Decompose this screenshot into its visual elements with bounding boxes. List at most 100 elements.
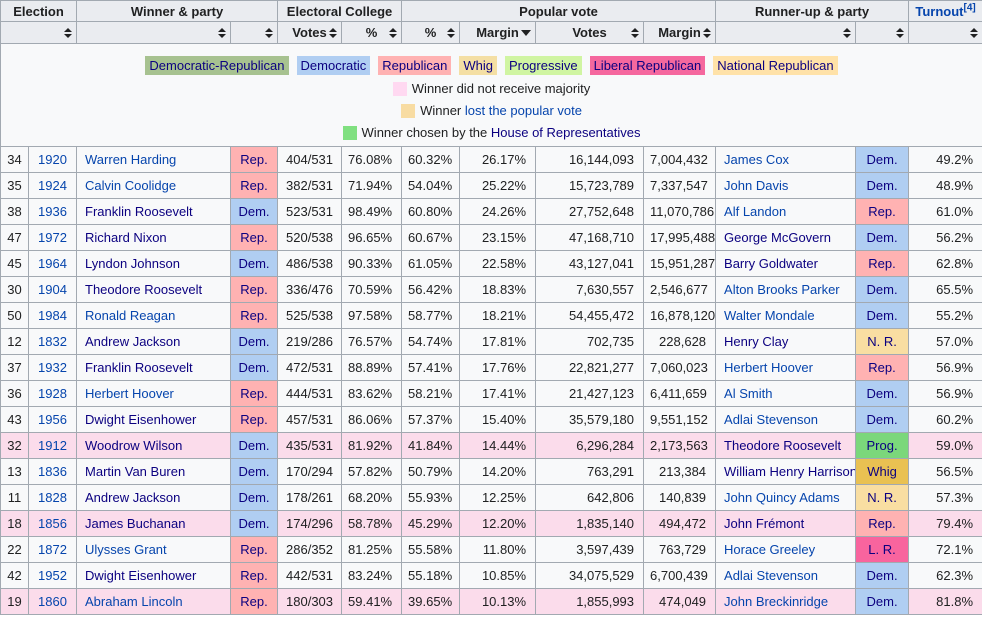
- year-link[interactable]: 1924: [38, 178, 67, 193]
- runner-party-link[interactable]: Dem.: [867, 178, 898, 193]
- sort-electoral-pct[interactable]: %: [341, 21, 403, 44]
- year-link[interactable]: 1964: [38, 256, 67, 271]
- runner-party-link[interactable]: Dem.: [867, 594, 898, 609]
- party-link[interactable]: Progressive: [509, 58, 578, 73]
- runner-party-link[interactable]: Dem.: [867, 568, 898, 583]
- year-link[interactable]: 1928: [38, 386, 67, 401]
- winner-link[interactable]: Abraham Lincoln: [85, 594, 183, 609]
- winner-party-link[interactable]: Rep.: [240, 282, 267, 297]
- turnout-link[interactable]: Turnout: [915, 4, 963, 19]
- winner-link[interactable]: James Buchanan: [85, 516, 185, 531]
- year-link[interactable]: 1956: [38, 412, 67, 427]
- sort-runner-party[interactable]: [855, 21, 910, 44]
- runner-up-link[interactable]: Theodore Roosevelt: [724, 438, 841, 453]
- winner-link[interactable]: Martin Van Buren: [85, 464, 185, 479]
- runner-up-link[interactable]: Adlai Stevenson: [724, 568, 818, 583]
- winner-party-link[interactable]: Rep.: [240, 178, 267, 193]
- runner-up-link[interactable]: Alton Brooks Parker: [724, 282, 840, 297]
- runner-up-link[interactable]: John Quincy Adams: [724, 490, 840, 505]
- year-link[interactable]: 1952: [38, 568, 67, 583]
- winner-party-link[interactable]: Rep.: [240, 230, 267, 245]
- lost-popular-vote-link[interactable]: lost the popular vote: [465, 103, 582, 118]
- runner-party-link[interactable]: Rep.: [868, 516, 895, 531]
- winner-link[interactable]: Herbert Hoover: [85, 386, 174, 401]
- runner-party-link[interactable]: Dem.: [867, 282, 898, 297]
- runner-party-link[interactable]: Dem.: [867, 308, 898, 323]
- party-link[interactable]: Democratic-Republican: [149, 58, 284, 73]
- sort-popular-votes[interactable]: Votes: [535, 21, 645, 44]
- winner-party-link[interactable]: Rep.: [240, 542, 267, 557]
- year-link[interactable]: 1860: [38, 594, 67, 609]
- winner-link[interactable]: Andrew Jackson: [85, 334, 180, 349]
- winner-link[interactable]: Franklin Roosevelt: [85, 360, 193, 375]
- year-link[interactable]: 1856: [38, 516, 67, 531]
- winner-link[interactable]: Andrew Jackson: [85, 490, 180, 505]
- party-link[interactable]: National Republican: [717, 58, 833, 73]
- runner-up-link[interactable]: Adlai Stevenson: [724, 412, 818, 427]
- year-link[interactable]: 1932: [38, 360, 67, 375]
- runner-up-link[interactable]: Henry Clay: [724, 334, 788, 349]
- sort-winner-party[interactable]: [230, 21, 279, 44]
- year-link[interactable]: 1836: [38, 464, 67, 479]
- winner-link[interactable]: Richard Nixon: [85, 230, 167, 245]
- runner-party-link[interactable]: Rep.: [868, 256, 895, 271]
- sort-winner[interactable]: [76, 21, 232, 44]
- runner-up-link[interactable]: Barry Goldwater: [724, 256, 818, 271]
- runner-party-link[interactable]: Rep.: [868, 204, 895, 219]
- party-link[interactable]: Liberal Republican: [594, 58, 702, 73]
- winner-party-link[interactable]: Rep.: [240, 308, 267, 323]
- winner-link[interactable]: Dwight Eisenhower: [85, 568, 196, 583]
- runner-up-link[interactable]: John Breckinridge: [724, 594, 828, 609]
- winner-party-link[interactable]: Dem.: [238, 464, 269, 479]
- year-link[interactable]: 1936: [38, 204, 67, 219]
- winner-link[interactable]: Lyndon Johnson: [85, 256, 180, 271]
- sort-popular-margin-pct[interactable]: Margin: [459, 21, 537, 44]
- year-link[interactable]: 1984: [38, 308, 67, 323]
- winner-party-link[interactable]: Dem.: [238, 334, 269, 349]
- runner-up-link[interactable]: William Henry Harrison: [724, 464, 855, 479]
- winner-party-link[interactable]: Rep.: [240, 412, 267, 427]
- year-link[interactable]: 1972: [38, 230, 67, 245]
- runner-up-link[interactable]: Alf Landon: [724, 204, 786, 219]
- runner-up-link[interactable]: Al Smith: [724, 386, 772, 401]
- year-link[interactable]: 1828: [38, 490, 67, 505]
- runner-party-link[interactable]: Dem.: [867, 386, 898, 401]
- runner-party-link[interactable]: N. R.: [867, 334, 897, 349]
- winner-party-link[interactable]: Rep.: [240, 568, 267, 583]
- winner-link[interactable]: Theodore Roosevelt: [85, 282, 202, 297]
- winner-link[interactable]: Ronald Reagan: [85, 308, 175, 323]
- year-link[interactable]: 1872: [38, 542, 67, 557]
- runner-party-link[interactable]: N. R.: [867, 490, 897, 505]
- winner-link[interactable]: Calvin Coolidge: [85, 178, 176, 193]
- house-of-representatives-link[interactable]: House of Representatives: [491, 125, 641, 140]
- sort-election[interactable]: [0, 21, 78, 44]
- turnout-footnote-link[interactable]: [4]: [963, 2, 975, 13]
- winner-link[interactable]: Franklin Roosevelt: [85, 204, 193, 219]
- winner-party-link[interactable]: Rep.: [240, 386, 267, 401]
- sort-turnout[interactable]: [908, 21, 982, 44]
- runner-up-link[interactable]: John Davis: [724, 178, 788, 193]
- sort-runner-up[interactable]: [715, 21, 857, 44]
- runner-party-link[interactable]: Whig: [867, 464, 897, 479]
- runner-up-link[interactable]: Horace Greeley: [724, 542, 815, 557]
- sort-popular-margin-votes[interactable]: Margin: [643, 21, 717, 44]
- winner-party-link[interactable]: Dem.: [238, 438, 269, 453]
- sort-popular-pct[interactable]: %: [401, 21, 461, 44]
- winner-party-link[interactable]: Dem.: [238, 490, 269, 505]
- year-link[interactable]: 1912: [38, 438, 67, 453]
- winner-party-link[interactable]: Dem.: [238, 256, 269, 271]
- runner-up-link[interactable]: Herbert Hoover: [724, 360, 813, 375]
- runner-party-link[interactable]: Prog.: [866, 438, 897, 453]
- year-link[interactable]: 1832: [38, 334, 67, 349]
- runner-party-link[interactable]: Rep.: [868, 360, 895, 375]
- winner-party-link[interactable]: Dem.: [238, 360, 269, 375]
- year-link[interactable]: 1920: [38, 152, 67, 167]
- winner-party-link[interactable]: Dem.: [238, 204, 269, 219]
- winner-link[interactable]: Ulysses Grant: [85, 542, 167, 557]
- sort-electoral-votes[interactable]: Votes: [277, 21, 343, 44]
- runner-party-link[interactable]: Dem.: [867, 412, 898, 427]
- party-link[interactable]: Republican: [382, 58, 447, 73]
- winner-link[interactable]: Dwight Eisenhower: [85, 412, 196, 427]
- year-link[interactable]: 1904: [38, 282, 67, 297]
- winner-party-link[interactable]: Rep.: [240, 594, 267, 609]
